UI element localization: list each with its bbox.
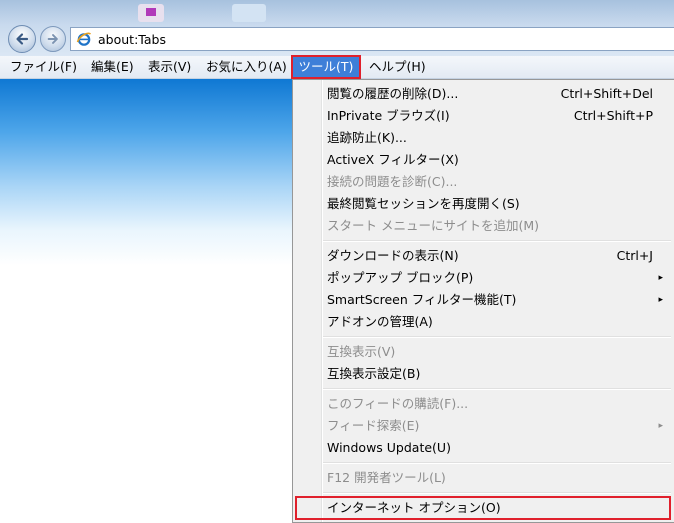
menu-item-tracking-protection[interactable]: 追跡防止(K)... <box>293 127 673 149</box>
tab-thumbnail[interactable] <box>232 4 266 22</box>
menu-item-inprivate[interactable]: InPrivate ブラウズ(I) Ctrl+Shift+P <box>293 105 673 127</box>
menu-item-diagnose-connection: 接続の問題を診断(C)... <box>293 171 673 193</box>
menu-separator <box>323 388 671 390</box>
menu-favorites[interactable]: お気に入り(A) <box>206 56 287 78</box>
menu-item-label: F12 開発者ツール(L) <box>327 470 446 485</box>
menu-item-label: Windows Update(U) <box>327 440 451 455</box>
menu-item-label: 閲覧の履歴の削除(D)... <box>327 86 459 101</box>
menu-separator <box>323 462 671 464</box>
menu-item-label: SmartScreen フィルター機能(T) <box>327 292 517 307</box>
menu-item-reopen-session[interactable]: 最終閲覧セッションを再度開く(S) <box>293 193 673 215</box>
browser-title-frame: about:Tabs <box>0 0 674 56</box>
address-bar[interactable]: about:Tabs <box>70 27 674 51</box>
menu-item-label: 互換表示(V) <box>327 344 396 359</box>
menu-item-label: このフィードの購読(F)... <box>327 396 469 411</box>
menu-separator <box>323 336 671 338</box>
menu-bar: ファイル(F) 編集(E) 表示(V) お気に入り(A) ツール(T) ヘルプ(… <box>0 55 674 79</box>
menu-separator <box>323 240 671 242</box>
menu-help[interactable]: ヘルプ(H) <box>369 56 426 78</box>
menu-edit[interactable]: 編集(E) <box>91 56 134 78</box>
forward-arrow-icon <box>47 34 58 44</box>
menu-item-add-to-start: スタート メニューにサイトを追加(M) <box>293 215 673 237</box>
menu-item-view-downloads[interactable]: ダウンロードの表示(N) Ctrl+J <box>293 245 673 267</box>
tab-thumbnail[interactable] <box>138 4 164 22</box>
menu-item-f12-devtools: F12 開発者ツール(L) <box>293 467 673 489</box>
menu-tools[interactable]: ツール(T) <box>291 55 361 79</box>
menu-item-label: ダウンロードの表示(N) <box>327 248 459 263</box>
menu-item-compat-settings[interactable]: 互換表示設定(B) <box>293 363 673 385</box>
back-button[interactable] <box>8 25 36 53</box>
submenu-arrow-icon: ▸ <box>658 273 663 283</box>
submenu-arrow-icon: ▸ <box>658 295 663 305</box>
menu-item-delete-history[interactable]: 閲覧の履歴の削除(D)... Ctrl+Shift+Del <box>293 83 673 105</box>
menu-item-windows-update[interactable]: Windows Update(U) <box>293 437 673 459</box>
menu-item-label: アドオンの管理(A) <box>327 314 433 329</box>
menu-item-compat-view: 互換表示(V) <box>293 341 673 363</box>
menu-item-feed-discovery: フィード探索(E) ▸ <box>293 415 673 437</box>
forward-button[interactable] <box>40 26 66 52</box>
submenu-arrow-icon: ▸ <box>658 421 663 431</box>
menu-item-subscribe-feed: このフィードの購読(F)... <box>293 393 673 415</box>
menu-item-internet-options[interactable]: インターネット オプション(O) <box>295 496 671 520</box>
address-url: about:Tabs <box>98 31 166 47</box>
tools-dropdown-menu: 閲覧の履歴の削除(D)... Ctrl+Shift+Del InPrivate … <box>292 79 674 523</box>
menu-item-popup-blocker[interactable]: ポップアップ ブロック(P) ▸ <box>293 267 673 289</box>
menu-item-label: フィード探索(E) <box>327 418 420 433</box>
menu-separator <box>323 492 671 494</box>
menu-item-label: ActiveX フィルター(X) <box>327 152 459 167</box>
menu-item-activex-filter[interactable]: ActiveX フィルター(X) <box>293 149 673 171</box>
menu-item-smartscreen[interactable]: SmartScreen フィルター機能(T) ▸ <box>293 289 673 311</box>
menu-item-label: 最終閲覧セッションを再度開く(S) <box>327 196 520 211</box>
menu-item-shortcut: Ctrl+Shift+Del <box>560 86 653 101</box>
menu-item-label: スタート メニューにサイトを追加(M) <box>327 218 540 233</box>
menu-file[interactable]: ファイル(F) <box>10 56 77 78</box>
ie-page-icon <box>76 32 91 46</box>
menu-item-shortcut: Ctrl+Shift+P <box>573 108 653 123</box>
menu-item-manage-addons[interactable]: アドオンの管理(A) <box>293 311 673 333</box>
menu-view[interactable]: 表示(V) <box>148 56 191 78</box>
menu-item-label: 追跡防止(K)... <box>327 130 407 145</box>
menu-item-label: 接続の問題を診断(C)... <box>327 174 458 189</box>
back-arrow-icon <box>16 33 29 45</box>
menu-item-label: インターネット オプション(O) <box>327 500 501 515</box>
menu-item-label: 互換表示設定(B) <box>327 366 421 381</box>
menu-item-shortcut: Ctrl+J <box>616 248 653 263</box>
menu-item-label: InPrivate ブラウズ(I) <box>327 108 450 123</box>
menu-item-label: ポップアップ ブロック(P) <box>327 270 474 285</box>
